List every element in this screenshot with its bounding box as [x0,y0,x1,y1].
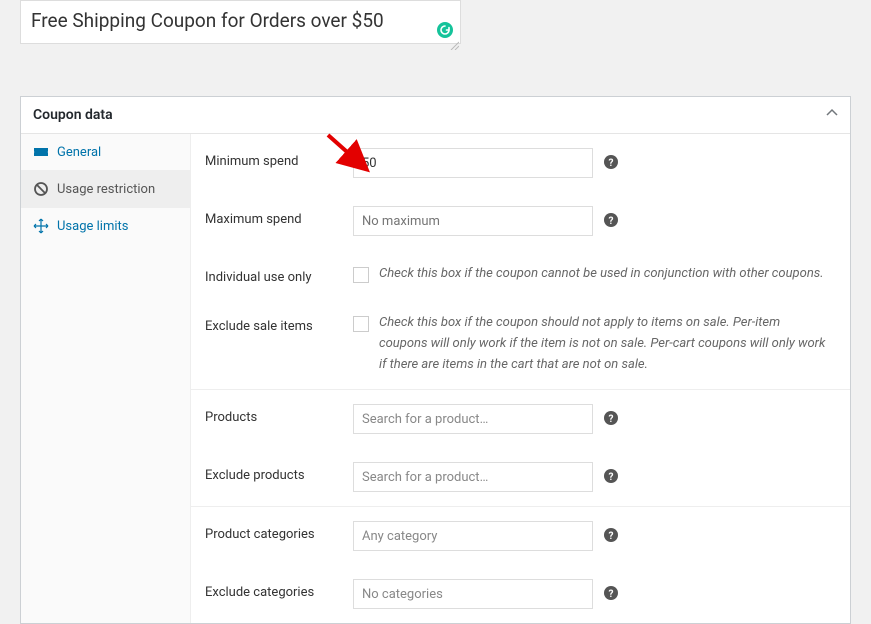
no-entry-icon [33,181,49,197]
exclude-products-label: Exclude products [205,462,345,483]
exclude-categories-select[interactable]: No categories [353,579,593,609]
exclude-sale-desc: Check this box if the coupon should not … [379,313,836,375]
resize-grip-icon[interactable] [449,32,459,42]
help-icon[interactable]: ? [603,527,619,543]
panel-title: Coupon data [33,107,113,123]
exclude-sale-label: Exclude sale items [205,313,345,334]
product-categories-label: Product categories [205,521,345,542]
individual-use-checkbox[interactable] [353,267,369,283]
collapse-icon[interactable] [826,107,838,123]
tabs-sidebar: General Usage restriction Usage limits [21,134,191,623]
max-spend-input[interactable] [353,206,593,236]
coupon-description-textarea[interactable]: Free Shipping Coupon for Orders over $50 [20,0,461,44]
tab-content: Minimum spend ? Maximum spend ? Individu… [191,134,850,623]
exclude-products-select[interactable]: Search for a product… [353,462,593,492]
product-categories-select[interactable]: Any category [353,521,593,551]
tab-general[interactable]: General [21,134,190,171]
products-label: Products [205,404,345,425]
tab-usage-limits-label: Usage limits [57,219,128,234]
svg-text:?: ? [609,531,614,542]
exclude-categories-placeholder: No categories [362,587,443,602]
help-icon[interactable]: ? [603,585,619,601]
svg-text:?: ? [609,589,614,600]
exclude-products-placeholder: Search for a product… [362,470,488,485]
products-placeholder: Search for a product… [362,412,488,427]
products-select[interactable]: Search for a product… [353,404,593,434]
individual-use-desc: Check this box if the coupon cannot be u… [379,264,834,285]
tab-general-label: General [57,145,101,160]
exclude-categories-label: Exclude categories [205,579,345,600]
product-categories-placeholder: Any category [362,529,437,544]
min-spend-label: Minimum spend [205,148,345,169]
help-icon[interactable]: ? [603,154,619,170]
move-icon [33,218,49,234]
tab-usage-restriction[interactable]: Usage restriction [21,171,190,208]
tab-usage-limits[interactable]: Usage limits [21,208,190,244]
coupon-description-text: Free Shipping Coupon for Orders over $50 [31,9,384,32]
ticket-icon [33,144,49,160]
svg-text:?: ? [609,158,614,169]
help-icon[interactable]: ? [603,212,619,228]
coupon-data-panel: Coupon data General Usage restriction [20,96,851,624]
individual-use-label: Individual use only [205,264,345,285]
svg-text:?: ? [609,472,614,483]
svg-text:?: ? [609,414,614,425]
help-icon[interactable]: ? [603,410,619,426]
tab-usage-restriction-label: Usage restriction [57,182,155,197]
help-icon[interactable]: ? [603,468,619,484]
panel-header[interactable]: Coupon data [21,97,850,134]
max-spend-label: Maximum spend [205,206,345,227]
min-spend-input[interactable] [353,148,593,178]
exclude-sale-checkbox[interactable] [353,316,369,332]
svg-text:?: ? [609,216,614,227]
